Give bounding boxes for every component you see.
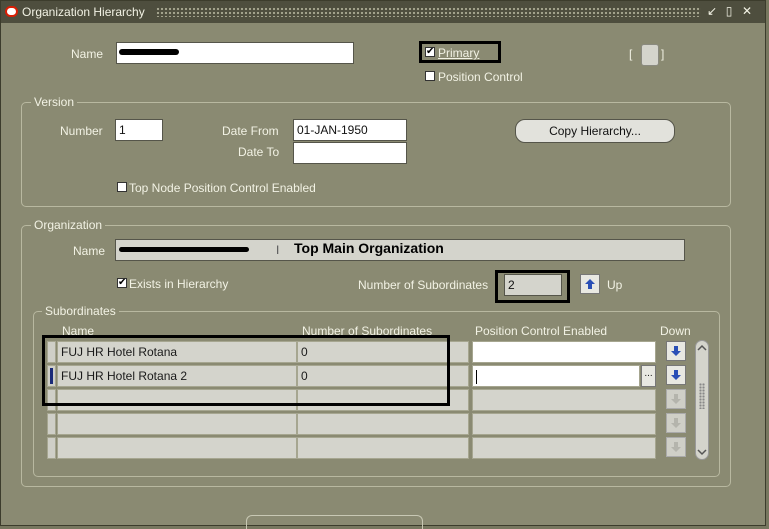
position-control-enabled-cell[interactable]	[472, 341, 656, 363]
date-to-input[interactable]	[293, 142, 407, 164]
position-control-enabled-cell[interactable]	[472, 437, 656, 459]
list-of-values-button[interactable]: ...	[641, 365, 656, 387]
annotation-text: Top Main Organization	[294, 240, 444, 256]
arrow-down-icon	[671, 442, 681, 452]
column-header-down: Down	[660, 324, 691, 338]
text-caret	[476, 369, 477, 384]
organization-hierarchy-window: Organization Hierarchy ↙ ▯ ✕ Name ✔ Prim…	[0, 0, 766, 529]
minimize-button[interactable]: ↙	[705, 4, 719, 18]
vertical-scrollbar[interactable]	[695, 340, 709, 460]
primary-label: Primary	[438, 46, 480, 60]
position-control-enabled-cell[interactable]	[472, 389, 656, 411]
num-subordinates-value: 2	[508, 278, 515, 292]
subordinate-count-cell[interactable]	[297, 413, 469, 435]
subordinates-section-title: Subordinates	[42, 304, 119, 318]
num-subordinates-label: Number of Subordinates	[358, 278, 489, 292]
redaction-mark	[119, 49, 179, 55]
date-to-label: Date To	[238, 145, 280, 159]
arrow-down-icon	[671, 370, 681, 380]
org-name-label: Name	[73, 244, 106, 258]
row-selector[interactable]	[47, 437, 56, 459]
window-title: Organization Hierarchy	[22, 5, 145, 19]
arrow-up-icon	[585, 279, 595, 289]
position-control-enabled-cell[interactable]	[472, 413, 656, 435]
row-selector[interactable]	[47, 413, 56, 435]
oracle-logo-icon	[5, 6, 18, 17]
version-section-title: Version	[31, 95, 78, 109]
down-button[interactable]	[666, 365, 686, 385]
scroll-thumb-grip[interactable]	[699, 383, 705, 409]
primary-checkbox[interactable]: ✔	[425, 47, 435, 57]
organization-section-title: Organization	[31, 218, 106, 232]
version-number-value: 1	[119, 123, 126, 137]
copy-hierarchy-button[interactable]: Copy Hierarchy...	[515, 119, 675, 143]
subordinate-name-cell[interactable]	[57, 413, 297, 435]
down-button-disabled	[666, 389, 686, 409]
up-label: Up	[607, 278, 623, 292]
up-button[interactable]	[580, 274, 600, 294]
date-from-input[interactable]: 01-JAN-1950	[293, 119, 407, 141]
version-number-input[interactable]: 1	[115, 119, 163, 141]
arrow-down-icon	[671, 346, 681, 356]
title-bar[interactable]: Organization Hierarchy ↙ ▯ ✕	[1, 1, 765, 23]
column-header-position-control-enabled: Position Control Enabled	[475, 324, 608, 338]
down-button-disabled	[666, 413, 686, 433]
name-label: Name	[71, 47, 104, 61]
descriptive-flexfield-button[interactable]	[641, 44, 659, 66]
position-control-label: Position Control	[438, 70, 523, 84]
arrow-down-icon	[671, 394, 681, 404]
scroll-down-icon	[697, 449, 707, 456]
redaction-mark	[119, 247, 249, 252]
date-from-value: 01-JAN-1950	[297, 123, 368, 137]
subordinate-count-cell[interactable]	[297, 437, 469, 459]
scroll-up-icon	[697, 344, 707, 351]
date-from-label: Date From	[222, 124, 279, 138]
title-bar-grip	[156, 7, 701, 17]
top-node-label: Top Node Position Control Enabled	[129, 181, 316, 195]
bottom-frame-edge	[246, 515, 423, 529]
subordinate-name-cell[interactable]	[57, 437, 297, 459]
bracket-left: [	[629, 47, 633, 61]
text-cursor-icon: I	[276, 243, 280, 257]
num-subordinates-field: 2	[504, 274, 562, 296]
down-button-disabled	[666, 437, 686, 457]
position-control-enabled-cell[interactable]	[472, 365, 640, 387]
position-control-checkbox[interactable]	[425, 71, 435, 81]
copy-hierarchy-label: Copy Hierarchy...	[549, 124, 641, 138]
bracket-right: ]	[661, 47, 665, 61]
arrow-down-icon	[671, 418, 681, 428]
subordinate-rows-highlight-box	[42, 335, 450, 406]
maximize-button[interactable]: ▯	[722, 4, 736, 18]
exists-in-hierarchy-label: Exists in Hierarchy	[129, 277, 229, 291]
exists-in-hierarchy-checkbox[interactable]: ✔	[117, 278, 127, 288]
top-node-position-control-checkbox[interactable]	[117, 182, 127, 192]
down-button[interactable]	[666, 341, 686, 361]
number-label: Number	[60, 124, 103, 138]
close-button[interactable]: ✕	[740, 4, 754, 18]
